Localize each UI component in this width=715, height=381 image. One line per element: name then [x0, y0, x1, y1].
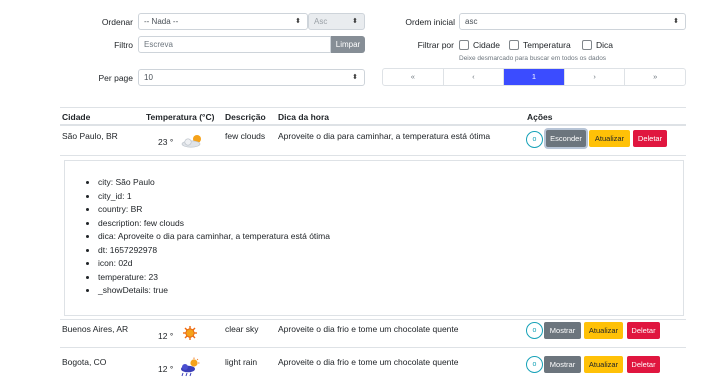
- row1-deletar-button[interactable]: Deletar: [633, 130, 667, 147]
- row2-mostrar-button[interactable]: Mostrar: [544, 322, 581, 339]
- row3-atualizar-button[interactable]: Atualizar: [584, 356, 623, 373]
- row1-details-panel: city: São Paulo city_id: 1 country: BR d…: [64, 160, 684, 316]
- header-descricao: Descrição: [225, 112, 266, 122]
- details-border: [60, 319, 686, 320]
- chevron-updown-icon: ⬍: [295, 18, 301, 25]
- page-next-button[interactable]: ›: [565, 69, 626, 85]
- row3-city: Bogota, CO: [62, 357, 107, 367]
- detail-city-id: city_id: 1: [98, 190, 330, 204]
- detail-show-details: _showDetails: true: [98, 284, 330, 298]
- row1-atualizar-button[interactable]: Atualizar: [589, 130, 630, 147]
- row3-temp: 12 °: [158, 364, 174, 374]
- detail-country: country: BR: [98, 203, 330, 217]
- filter-hint: Deixe desmarcado para buscar em todos os…: [459, 55, 607, 62]
- limpar-button[interactable]: Limpar: [331, 36, 365, 53]
- header-dica: Dica da hora: [278, 112, 330, 122]
- table-top-border: [60, 107, 686, 108]
- row1-temp: 23 °: [158, 137, 174, 147]
- row1-details-circle-button[interactable]: o: [526, 131, 543, 148]
- few-clouds-icon: [181, 135, 201, 148]
- page-last-button[interactable]: »: [625, 69, 685, 85]
- detail-dt: dt: 1657292978: [98, 244, 330, 258]
- row3-description: light rain: [225, 357, 258, 367]
- details-list: city: São Paulo city_id: 1 country: BR d…: [98, 176, 330, 298]
- detail-icon: icon: 02d: [98, 257, 330, 271]
- pagination: « ‹ 1 › »: [382, 68, 686, 86]
- row2-description: clear sky: [225, 324, 259, 334]
- page-first-button[interactable]: «: [383, 69, 444, 85]
- row3-deletar-button[interactable]: Deletar: [627, 356, 660, 373]
- table-header-border: [60, 124, 686, 126]
- checkbox-temperatura[interactable]: [509, 40, 519, 50]
- row2-tip: Aproveite o dia frio e tome um chocolate…: [278, 324, 459, 334]
- header-temperatura: Temperatura (°C): [146, 112, 215, 122]
- page-prev-button[interactable]: ‹: [444, 69, 505, 85]
- ordem-inicial-select[interactable]: asc ⬍: [459, 13, 686, 30]
- page-1-button[interactable]: 1: [504, 69, 565, 85]
- checkbox-cidade[interactable]: [459, 40, 469, 50]
- per-page-value: 10: [144, 73, 153, 82]
- row1-esconder-button[interactable]: Esconder: [546, 130, 586, 147]
- direction-select[interactable]: Asc ⬍: [308, 13, 365, 30]
- row3-details-circle-button[interactable]: o: [526, 356, 543, 373]
- detail-dica: dica: Aproveite o dia para caminhar, a t…: [98, 230, 330, 244]
- row2-temp: 12 °: [158, 331, 174, 341]
- row2-deletar-button[interactable]: Deletar: [627, 322, 660, 339]
- checkbox-cidade-label: Cidade: [473, 40, 500, 50]
- ordenar-label: Ordenar: [101, 17, 133, 27]
- sun-icon: [183, 326, 197, 340]
- filtro-input[interactable]: Escreva: [138, 36, 331, 53]
- ordenar-select-value: -- Nada --: [144, 17, 179, 26]
- detail-city: city: São Paulo: [98, 176, 330, 190]
- chevron-updown-icon: ⬍: [352, 74, 358, 81]
- row2-details-circle-button[interactable]: o: [526, 322, 543, 339]
- checkbox-dica-label: Dica: [596, 40, 614, 50]
- row2-atualizar-button[interactable]: Atualizar: [584, 322, 623, 339]
- checkbox-dica[interactable]: [582, 40, 592, 50]
- header-acoes: Ações: [527, 112, 553, 122]
- ordem-inicial-value: asc: [465, 17, 478, 26]
- row2-border: [60, 347, 686, 348]
- rain-icon: [181, 357, 200, 377]
- row1-border: [60, 155, 686, 156]
- checkbox-temperatura-label: Temperatura: [523, 40, 571, 50]
- row3-mostrar-button[interactable]: Mostrar: [544, 356, 581, 373]
- direction-select-value: Asc: [314, 17, 328, 26]
- header-cidade: Cidade: [62, 112, 91, 122]
- row1-city: São Paulo, BR: [62, 131, 118, 141]
- chevron-updown-icon: ⬍: [673, 18, 679, 25]
- detail-temperature: temperature: 23: [98, 271, 330, 285]
- filtrar-por-label: Filtrar por: [417, 40, 454, 50]
- ordenar-select[interactable]: -- Nada -- ⬍: [138, 13, 308, 30]
- row1-description: few clouds: [225, 131, 266, 141]
- chevron-updown-icon: ⬍: [352, 18, 358, 25]
- row1-tip: Aproveite o dia para caminhar, a tempera…: [278, 131, 491, 141]
- per-page-label: Per page: [98, 73, 134, 83]
- detail-description: description: few clouds: [98, 217, 330, 231]
- per-page-select[interactable]: 10 ⬍: [138, 69, 365, 86]
- filtro-label: Filtro: [114, 40, 133, 50]
- ordem-inicial-label: Ordem inicial: [405, 17, 455, 27]
- row2-city: Buenos Aires, AR: [62, 324, 129, 334]
- row3-tip: Aproveite o dia frio e tome um chocolate…: [278, 357, 459, 367]
